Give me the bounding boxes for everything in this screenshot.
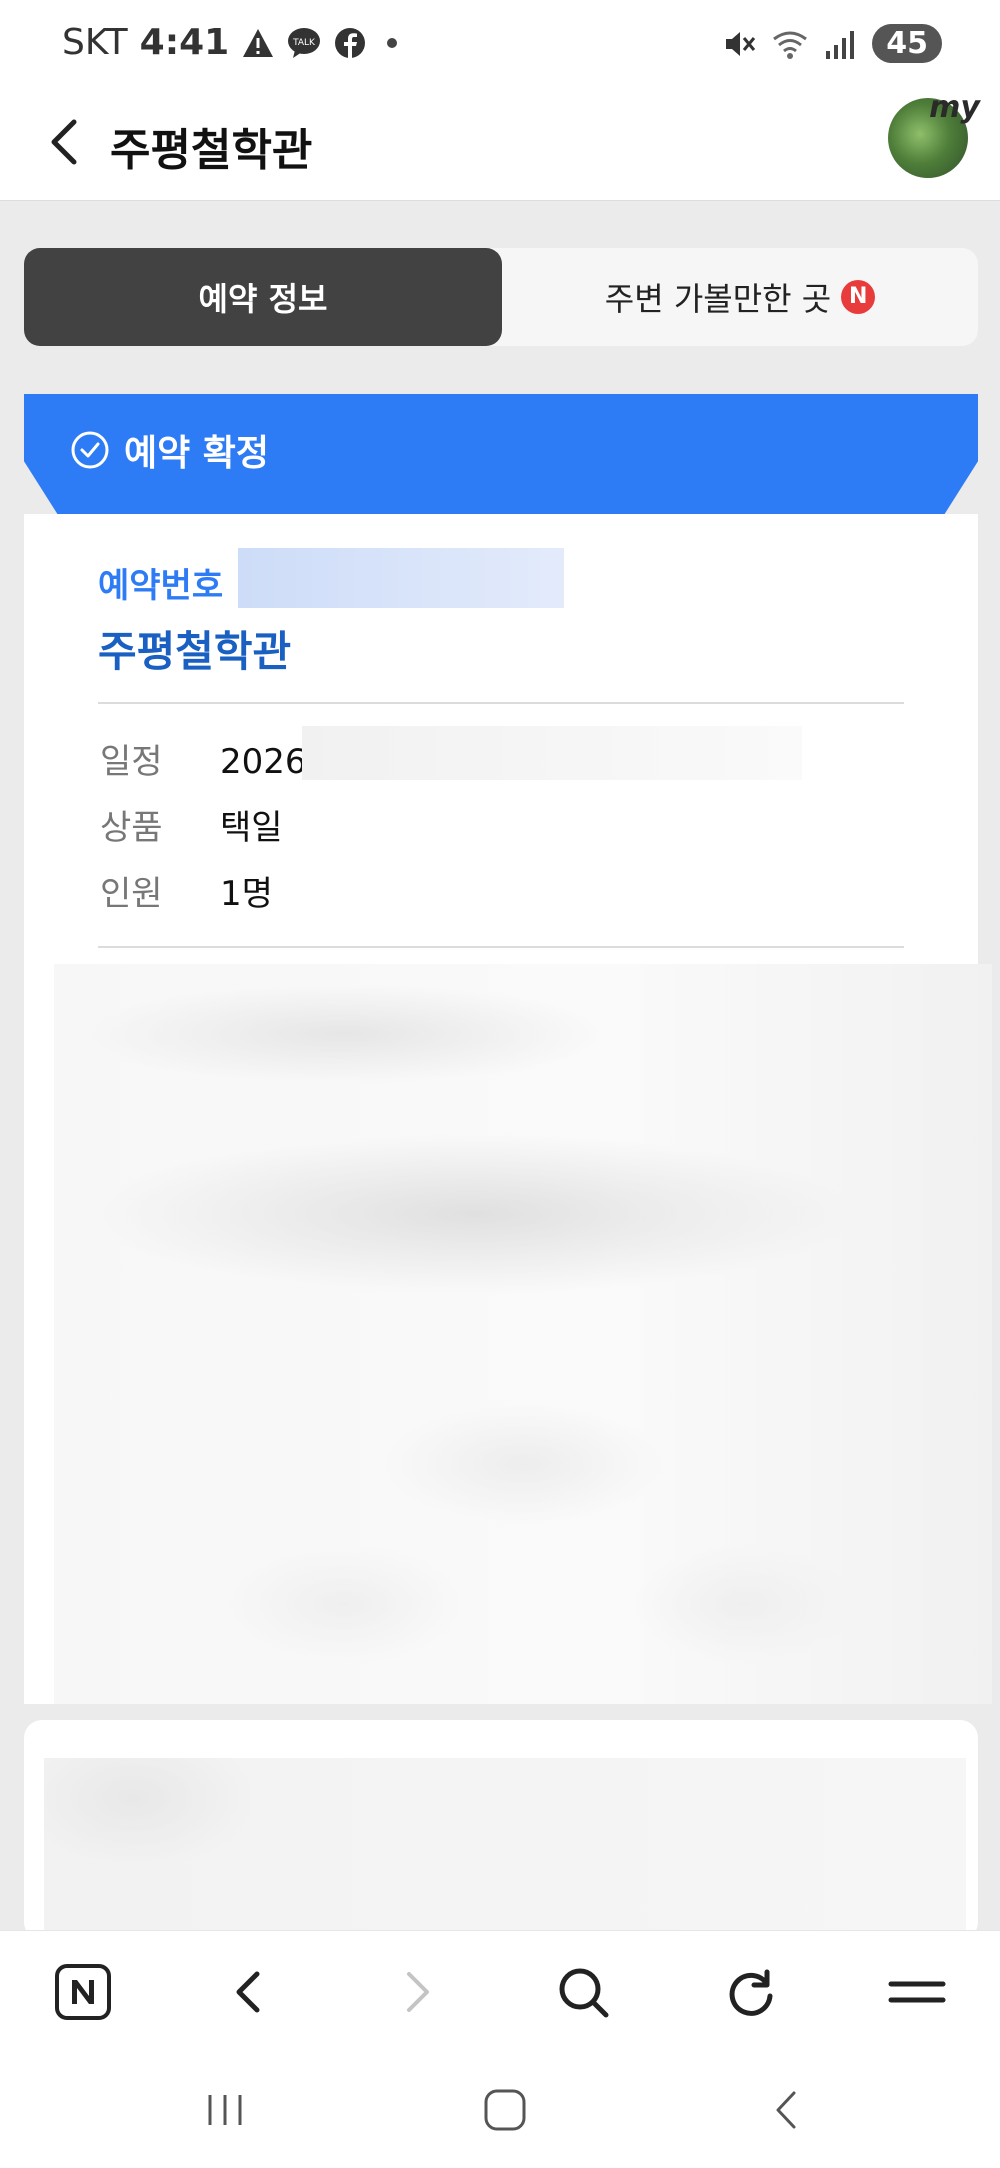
check-circle-icon (71, 431, 109, 469)
kakaotalk-badge: TALK (292, 38, 316, 48)
menu-icon (888, 1981, 946, 2003)
people-label: 인원 (100, 874, 163, 914)
reservation-card: 예약번호 주평철학관 일정 2026 상품 택일 인원 1명 (24, 514, 992, 1704)
clock: 4:41 (139, 22, 230, 63)
wifi-icon (773, 31, 808, 59)
secondary-card (24, 1720, 978, 1940)
tab-nearby-places[interactable]: 주변 가볼만한 곳 N (502, 248, 978, 346)
schedule-row: 일정 2026 (100, 734, 307, 783)
banner-text: 예약 확정 (124, 433, 270, 474)
divider (98, 702, 904, 704)
tab-reservation-info[interactable]: 예약 정보 (24, 248, 502, 346)
my-label: my (929, 90, 980, 125)
facebook-icon (335, 27, 366, 58)
browser-forward-button[interactable] (384, 1959, 450, 2025)
recent-apps-button[interactable] (190, 2080, 260, 2140)
search-button[interactable] (550, 1959, 616, 2025)
refresh-button[interactable] (718, 1959, 784, 2025)
product-value: 택일 (220, 808, 283, 848)
naver-home-icon (55, 1964, 111, 2020)
divider (98, 946, 904, 948)
back-arrow-icon[interactable] (34, 110, 98, 174)
naver-home-button[interactable] (50, 1959, 116, 2025)
browser-toolbar (0, 1930, 1000, 2051)
system-navigation-bar (0, 2050, 1000, 2168)
status-right: 45 (722, 24, 942, 63)
redacted-content (44, 1758, 966, 1940)
page-title: 주평철학관 (110, 125, 313, 176)
confirmation-banner: 예약 확정 (24, 394, 978, 514)
schedule-value: 2026 (220, 742, 307, 782)
home-icon (484, 2089, 526, 2131)
kakaotalk-icon: TALK (288, 27, 321, 58)
product-row: 상품 택일 (100, 800, 283, 849)
product-label: 상품 (100, 808, 163, 848)
back-icon (776, 2091, 796, 2129)
carrier-label: SKT (62, 22, 128, 63)
status-bar: SKT 4:41 TALK 45 (0, 0, 1000, 90)
signal-icon (826, 30, 855, 59)
tab-label: 주변 가볼만한 곳 (604, 280, 832, 318)
menu-button[interactable] (884, 1959, 950, 2025)
redacted-content (54, 964, 992, 1704)
home-button[interactable] (470, 2080, 540, 2140)
warning-icon (243, 28, 274, 57)
status-left: SKT 4:41 TALK (62, 22, 398, 63)
people-row: 인원 1명 (100, 866, 273, 915)
reservation-number-redacted (238, 548, 564, 608)
banner-content: 예약 확정 (70, 424, 269, 476)
forward-arrow-icon (407, 1972, 429, 2012)
battery-level: 45 (872, 24, 942, 63)
mute-icon (726, 31, 756, 56)
search-icon (559, 1968, 609, 2018)
app-header: 주평철학관 my (0, 90, 1000, 201)
recent-apps-icon (208, 2095, 242, 2125)
venue-name: 주평철학관 (98, 627, 292, 676)
schedule-redacted (302, 726, 802, 780)
browser-back-button[interactable] (216, 1959, 282, 2025)
more-notifications-dot (387, 37, 398, 48)
back-arrow-icon (236, 1971, 260, 2013)
system-back-button[interactable] (752, 2080, 822, 2140)
tab-label: 예약 정보 (198, 280, 328, 318)
refresh-icon (729, 1969, 773, 2016)
tab-bar: 예약 정보 주변 가볼만한 곳 N (24, 248, 978, 346)
new-badge: N (841, 280, 876, 314)
people-value: 1명 (220, 874, 273, 914)
reservation-number-label: 예약번호 (98, 566, 224, 606)
schedule-label: 일정 (100, 742, 163, 782)
